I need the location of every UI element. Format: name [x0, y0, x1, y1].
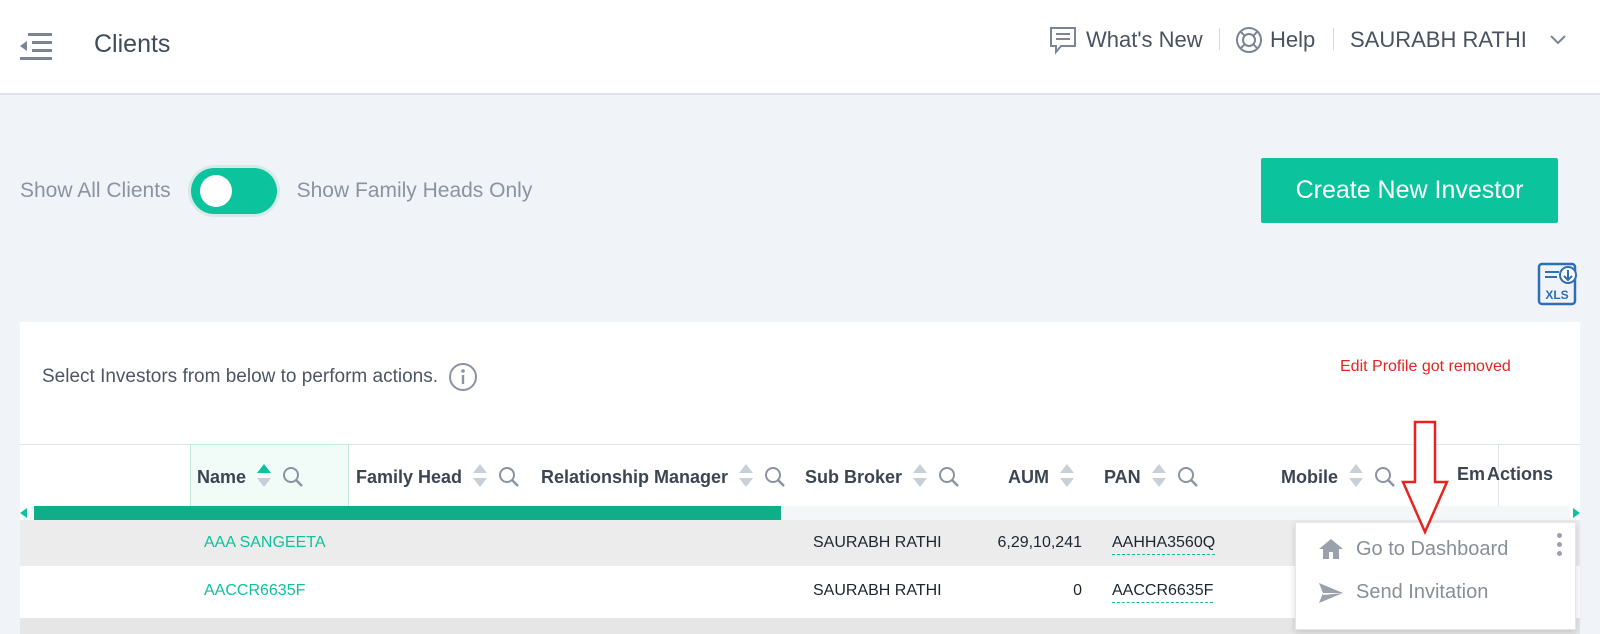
lifebuoy-icon [1236, 27, 1262, 53]
column-header-actions: Actions [1487, 464, 1553, 485]
column-pan-label: PAN [1104, 466, 1141, 487]
search-icon[interactable] [1374, 466, 1396, 488]
go-to-dashboard-label: Go to Dashboard [1356, 537, 1509, 560]
column-header-mobile[interactable]: Mobile [1281, 464, 1396, 490]
header-divider [1219, 28, 1220, 50]
send-icon [1319, 582, 1343, 603]
menu-collapse-icon[interactable] [20, 30, 52, 64]
scroll-left-arrow-icon[interactable] [20, 508, 27, 518]
sort-icon[interactable] [1348, 464, 1364, 490]
chat-icon [1050, 27, 1076, 55]
xls-label: XLS [1545, 288, 1568, 302]
column-sub-broker-label: Sub Broker [805, 466, 903, 487]
select-hint-text: Select Investors from below to perform a… [42, 366, 438, 387]
xls-download-icon[interactable]: XLS [1537, 262, 1579, 306]
column-header-aum[interactable]: AUM [1008, 464, 1075, 490]
column-header-pan[interactable]: PAN [1104, 464, 1199, 490]
search-icon[interactable] [938, 466, 960, 488]
column-actions-label: Actions [1487, 464, 1554, 484]
horizontal-scrollbar-thumb[interactable] [34, 506, 781, 520]
send-invitation-label: Send Invitation [1356, 581, 1489, 603]
column-header-sub-broker[interactable]: Sub Broker [805, 464, 960, 490]
column-email-label: Em [1457, 464, 1486, 484]
column-name-label: Name [197, 466, 247, 487]
sort-icon[interactable] [472, 464, 488, 490]
page-title: Clients [94, 30, 171, 58]
help-link[interactable]: Help [1234, 24, 1315, 56]
column-family-head-label: Family Head [356, 466, 463, 487]
column-aum-label: AUM [1008, 466, 1049, 487]
user-menu[interactable]: SAURABH RATHI [1350, 24, 1567, 56]
sort-icon[interactable] [1059, 464, 1075, 490]
show-all-clients-label: Show All Clients [20, 179, 171, 202]
chevron-down-icon [1550, 35, 1566, 45]
client-filter-toggle-row: Show All Clients Show Family Heads Only [20, 166, 532, 216]
kebab-menu-icon[interactable] [1557, 533, 1563, 559]
scroll-right-arrow-icon[interactable] [1573, 508, 1580, 518]
send-invitation-item[interactable]: Send Invitation [1318, 581, 1488, 604]
select-hint: Select Investors from below to perform a… [42, 362, 478, 392]
column-header-email[interactable]: Em [1457, 464, 1485, 485]
go-to-dashboard-item[interactable]: Go to Dashboard [1318, 537, 1508, 561]
column-header-family-head[interactable]: Family Head [356, 464, 520, 490]
sub-broker-cell: SAURABH RATHI [813, 582, 942, 599]
search-icon[interactable] [1177, 466, 1199, 488]
user-name: SAURABH RATHI [1350, 27, 1527, 52]
create-new-investor-button[interactable]: Create New Investor [1261, 158, 1558, 223]
row-actions-dropdown: Go to Dashboard Send Invitation [1295, 522, 1576, 630]
whats-new-link[interactable]: What's New [1048, 24, 1203, 56]
info-icon[interactable] [448, 362, 478, 392]
search-icon[interactable] [282, 466, 304, 488]
investor-name-link[interactable]: AAA SANGEETA [204, 534, 326, 552]
pan-cell[interactable]: AACCR6635F [1112, 582, 1214, 603]
family-heads-toggle[interactable] [190, 168, 277, 214]
search-icon[interactable] [764, 466, 786, 488]
header-divider [1333, 28, 1334, 50]
sort-icon[interactable] [1151, 464, 1167, 490]
search-icon[interactable] [498, 466, 520, 488]
investor-name-link[interactable]: AACCR6635F [204, 582, 305, 600]
aum-cell: 0 [1073, 582, 1082, 599]
sort-icon[interactable] [912, 464, 928, 490]
sort-icon[interactable] [738, 464, 754, 490]
sub-broker-cell: SAURABH RATHI [813, 534, 942, 551]
aum-cell: 6,29,10,241 [997, 534, 1082, 551]
column-mobile-label: Mobile [1281, 466, 1338, 487]
toggle-knob [199, 175, 232, 207]
annotation-note: Edit Profile got removed [1340, 358, 1511, 375]
family-heads-label: Show Family Heads Only [296, 179, 533, 202]
top-header: Clients What's New Help SAURABH RATHI [0, 0, 1600, 95]
annotation-arrow-icon [1401, 420, 1449, 535]
column-header-relationship-manager[interactable]: Relationship Manager [541, 464, 786, 490]
home-icon [1319, 539, 1343, 559]
column-header-name[interactable]: Name [197, 464, 304, 490]
pan-cell[interactable]: AAHHA3560Q [1112, 534, 1216, 555]
help-label: Help [1270, 27, 1316, 52]
whats-new-label: What's New [1086, 27, 1203, 52]
column-rm-label: Relationship Manager [541, 466, 729, 487]
sort-icon[interactable] [256, 464, 272, 490]
